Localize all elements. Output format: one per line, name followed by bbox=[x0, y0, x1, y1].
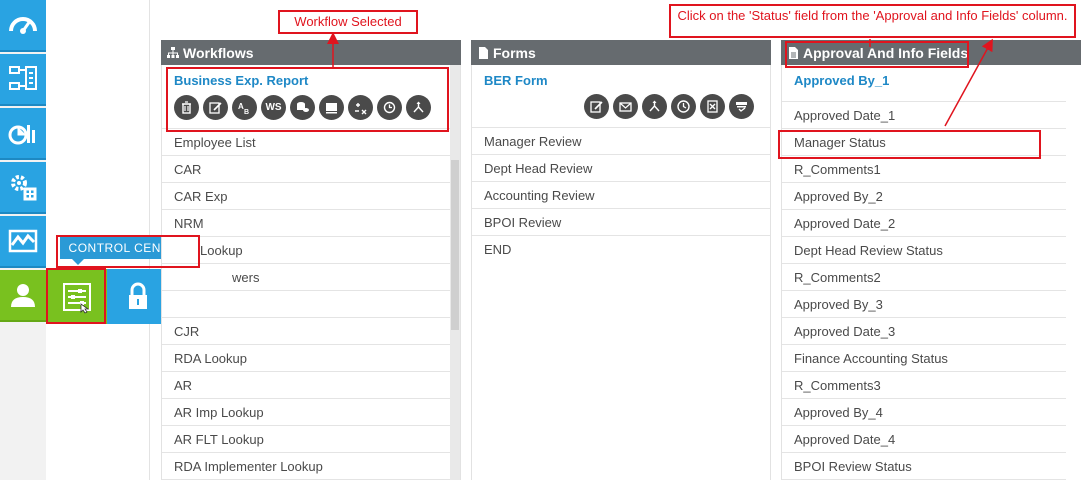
document-icon bbox=[479, 46, 488, 59]
user-icon bbox=[11, 284, 35, 307]
list-item[interactable]: BPOI Review Status bbox=[782, 453, 1066, 480]
list-item[interactable]: Approved By_4 bbox=[782, 399, 1066, 426]
tooltip-highlight-box bbox=[56, 235, 200, 268]
list-item[interactable]: Approved By_3 bbox=[782, 291, 1066, 318]
workflow-list: Employee List CAR CAR Exp NRM Lookup wer… bbox=[162, 128, 460, 480]
nav-reports[interactable] bbox=[0, 108, 46, 160]
security-button[interactable] bbox=[107, 269, 168, 324]
nav-workflow[interactable] bbox=[0, 54, 46, 106]
list-item[interactable]: R_Comments3 bbox=[782, 372, 1066, 399]
fields-body: Approved By_1 Approved Date_1 Manager St… bbox=[781, 65, 1081, 480]
list-item[interactable] bbox=[162, 291, 460, 318]
list-item[interactable]: BPOI Review bbox=[472, 209, 770, 236]
click-status-callout: Click on the 'Status' field from the 'Ap… bbox=[669, 4, 1076, 38]
fields-header-highlight-box bbox=[785, 41, 969, 68]
forms-column: Forms BER Form Manager Review Dept Head … bbox=[471, 40, 771, 480]
forms-header-label: Forms bbox=[493, 44, 536, 61]
clock-icon[interactable] bbox=[671, 94, 696, 119]
list-item[interactable]: Approved By_2 bbox=[782, 183, 1066, 210]
list-item[interactable]: Employee List bbox=[162, 129, 460, 156]
forms-header: Forms bbox=[471, 40, 771, 65]
list-item[interactable]: RDA Implementer Lookup bbox=[162, 453, 460, 480]
list-item[interactable]: NRM bbox=[162, 210, 460, 237]
lock-icon bbox=[128, 282, 147, 309]
form-list: Manager Review Dept Head Review Accounti… bbox=[472, 127, 770, 263]
chart-icon bbox=[8, 125, 35, 145]
workflow-scrollbar[interactable] bbox=[450, 65, 460, 480]
list-item[interactable]: Approved Date_3 bbox=[782, 318, 1066, 345]
nav-dashboard[interactable] bbox=[0, 0, 46, 52]
list-item[interactable]: wers bbox=[162, 264, 460, 291]
gears-icon bbox=[11, 175, 37, 201]
edit-icon[interactable] bbox=[584, 94, 609, 119]
list-item[interactable]: Lookup bbox=[162, 237, 460, 264]
forms-body: BER Form Manager Review Dept Head Review… bbox=[471, 65, 771, 480]
pulse-icon bbox=[8, 229, 38, 253]
control-center-highlight-box bbox=[46, 268, 106, 324]
flowchart-icon bbox=[9, 66, 37, 90]
workflow-highlight-box bbox=[166, 67, 449, 132]
list-item[interactable]: RDA Lookup bbox=[162, 345, 460, 372]
list-item[interactable]: Approved Date_1 bbox=[782, 102, 1066, 129]
list-item[interactable]: Manager Review bbox=[472, 128, 770, 155]
list-item[interactable]: CAR Exp bbox=[162, 183, 460, 210]
nav-settings[interactable] bbox=[0, 162, 46, 214]
workflows-header-label: Workflows bbox=[183, 44, 254, 61]
route-icon[interactable] bbox=[642, 94, 667, 119]
list-item[interactable]: CAR bbox=[162, 156, 460, 183]
speedometer-icon bbox=[9, 17, 37, 34]
nav-user[interactable] bbox=[0, 270, 46, 322]
workflow-scroll-thumb[interactable] bbox=[451, 160, 459, 330]
excel-icon[interactable] bbox=[700, 94, 725, 119]
list-item[interactable]: Approved Date_2 bbox=[782, 210, 1066, 237]
list-item[interactable]: AR Imp Lookup bbox=[162, 399, 460, 426]
fields-column: Approval And Info Fields Approved By_1 A… bbox=[781, 40, 1081, 480]
list-item[interactable]: Dept Head Review Status bbox=[782, 237, 1066, 264]
stamp-icon[interactable] bbox=[729, 94, 754, 119]
list-item[interactable]: Approved Date_4 bbox=[782, 426, 1066, 453]
workflow-selected-callout: Workflow Selected bbox=[278, 10, 418, 34]
selected-field-link[interactable]: Approved By_1 bbox=[782, 65, 1081, 101]
list-item[interactable]: R_Comments2 bbox=[782, 264, 1066, 291]
list-item[interactable]: AR bbox=[162, 372, 460, 399]
manager-status-highlight-box bbox=[778, 130, 1041, 159]
list-item[interactable]: Accounting Review bbox=[472, 182, 770, 209]
list-item[interactable]: CJR bbox=[162, 318, 460, 345]
list-item[interactable]: R_Comments1 bbox=[782, 156, 1066, 183]
list-item[interactable]: AR FLT Lookup bbox=[162, 426, 460, 453]
workflows-header: Workflows bbox=[161, 40, 461, 65]
form-toolbar bbox=[472, 92, 770, 127]
left-nav bbox=[0, 0, 46, 480]
mail-icon[interactable] bbox=[613, 94, 638, 119]
sitemap-icon bbox=[167, 46, 179, 58]
list-item[interactable]: Dept Head Review bbox=[472, 155, 770, 182]
list-item[interactable]: END bbox=[472, 236, 770, 263]
page: CONTROL CENTER Workflows Business Exp. R… bbox=[0, 0, 1086, 480]
selected-form-link[interactable]: BER Form bbox=[472, 65, 770, 92]
list-item[interactable]: Finance Accounting Status bbox=[782, 345, 1066, 372]
nav-activity[interactable] bbox=[0, 216, 46, 268]
